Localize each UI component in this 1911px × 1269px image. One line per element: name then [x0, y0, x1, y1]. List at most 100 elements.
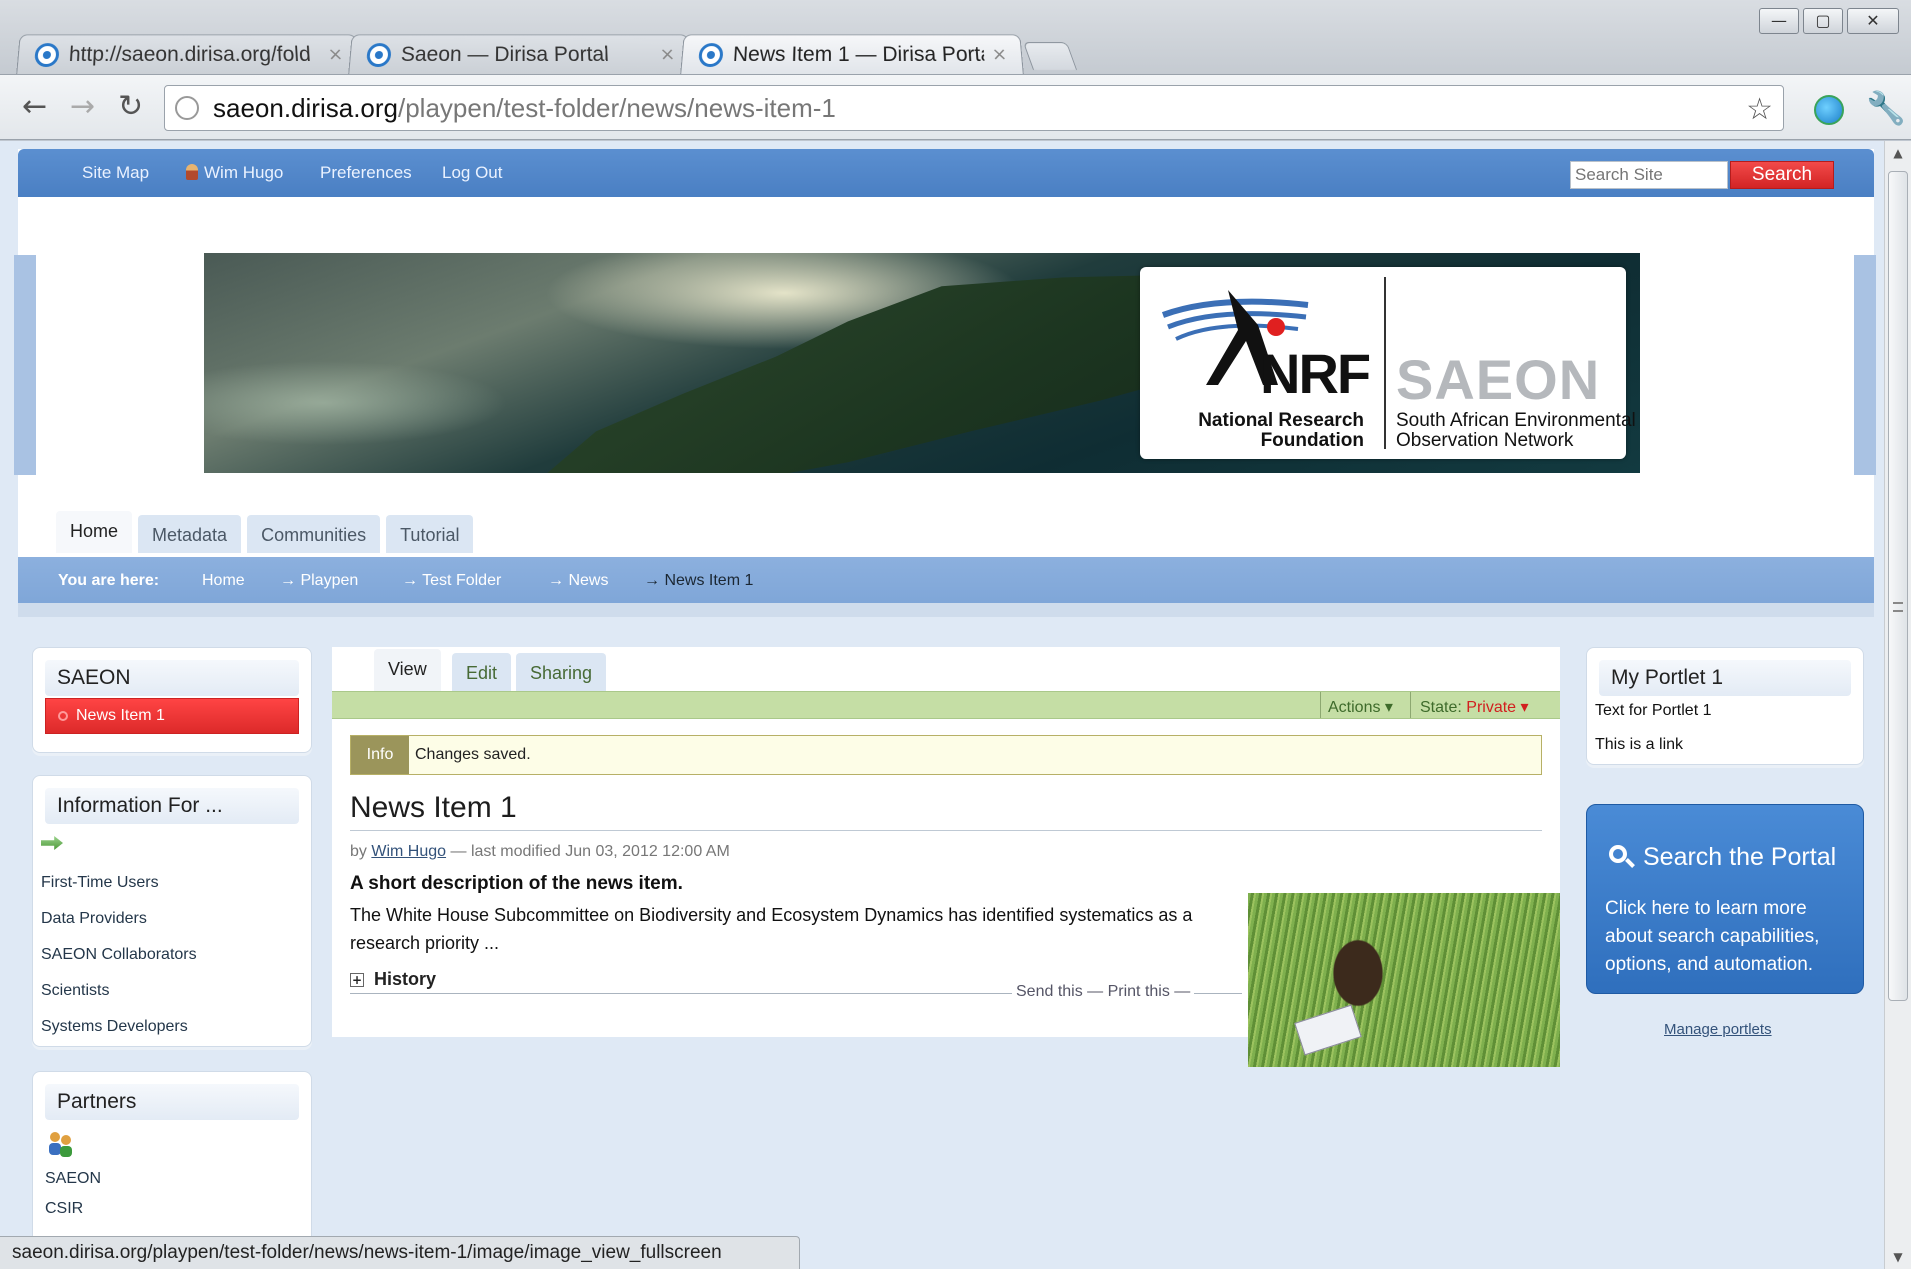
browser-tab-strip: http://saeon.dirisa.org/fold × Saeon — D… [16, 34, 1078, 75]
author-link[interactable]: Wim Hugo [371, 843, 446, 860]
reload-icon[interactable]: ↻ [118, 89, 143, 125]
browser-tab-title: Saeon — Dirisa Portal [400, 42, 610, 66]
byline-prefix: by [350, 843, 367, 860]
search-icon [1609, 845, 1627, 863]
main-content: View Edit Sharing Actions ▾ State: Priva… [332, 647, 1560, 1067]
vertical-scrollbar[interactable]: ▲ ▼ [1884, 141, 1911, 1269]
link-data-providers[interactable]: Data Providers [41, 910, 147, 928]
link-partner-saeon[interactable]: SAEON [45, 1170, 101, 1188]
tab-close-icon[interactable]: × [659, 44, 676, 65]
nrf-subtitle-line-2: Foundation [1260, 430, 1364, 451]
information-for-portlet: Information For ... First-Time Users Dat… [32, 775, 312, 1047]
nrf-subtitle: National Research Foundation [1198, 411, 1364, 451]
content-tab-view[interactable]: View [374, 649, 441, 691]
saeon-wordmark: SAEON [1396, 348, 1601, 411]
tab-close-icon[interactable]: × [327, 44, 344, 65]
info-label: Info [351, 736, 409, 774]
link-partner-csir[interactable]: CSIR [45, 1200, 83, 1218]
portal-tabs: Home Metadata Communities Tutorial [56, 511, 479, 553]
address-bar[interactable]: saeon.dirisa.org/playpen/test-folder/new… [164, 85, 1784, 131]
wrench-menu-icon[interactable]: 🔧 [1866, 89, 1906, 127]
preferences-link[interactable]: Preferences [320, 163, 412, 183]
maximize-button[interactable]: ▢ [1803, 8, 1843, 34]
extension-icon[interactable] [1814, 95, 1844, 125]
search-button[interactable]: Search [1730, 161, 1834, 189]
search-site-input[interactable] [1570, 161, 1728, 189]
arrow-right-icon [41, 836, 63, 850]
browser-toolbar: ← → ↻ saeon.dirisa.org/playpen/test-fold… [0, 74, 1911, 140]
plone-page: Site Map Wim Hugo Preferences Log Out Se… [14, 149, 1876, 1269]
link-systems-developers[interactable]: Systems Developers [41, 1018, 188, 1036]
link-scientists[interactable]: Scientists [41, 982, 109, 1000]
log-out-link[interactable]: Log Out [442, 163, 503, 183]
breadcrumb-home[interactable]: Home [202, 572, 245, 590]
news-image[interactable] [1248, 893, 1560, 1067]
modified-date: — last modified Jun 03, 2012 12:00 AM [450, 843, 730, 860]
scroll-thumb[interactable] [1888, 171, 1908, 1001]
plone-favicon-icon [33, 42, 60, 67]
portlet-text: Text for Portlet 1 [1595, 702, 1712, 719]
new-tab-button[interactable] [1022, 42, 1078, 70]
portlet-link[interactable]: This is a link [1595, 736, 1683, 754]
scroll-down-icon[interactable]: ▼ [1885, 1245, 1911, 1269]
url-host: saeon.dirisa.org [213, 92, 398, 123]
link-saeon-collaborators[interactable]: SAEON Collaborators [41, 946, 197, 964]
page-viewport: Site Map Wim Hugo Preferences Log Out Se… [0, 141, 1884, 1269]
state-menu[interactable]: State: Private ▾ [1420, 697, 1529, 717]
bar-separator [1410, 692, 1411, 718]
user-link[interactable]: Wim Hugo [186, 163, 283, 183]
saeon-subtitle: South African Environmental Observation … [1396, 411, 1636, 451]
breadcrumb: You are here: Home → Playpen → Test Fold… [18, 557, 1874, 603]
bookmark-star-icon[interactable]: ☆ [1746, 92, 1773, 127]
plone-favicon-icon [697, 42, 724, 67]
actions-menu[interactable]: Actions ▾ [1328, 697, 1393, 717]
browser-tab-2[interactable]: Saeon — Dirisa Portal × [348, 34, 692, 75]
portlet-header: Partners [45, 1084, 299, 1120]
status-message: Info Changes saved. [350, 735, 1542, 775]
nav-item-current[interactable]: News Item 1 [45, 698, 299, 734]
breadcrumb-test-folder[interactable]: → Test Folder [402, 572, 501, 590]
browser-tab-3-active[interactable]: News Item 1 — Dirisa Portal × [680, 34, 1024, 75]
banner-landscape [524, 273, 1244, 473]
search-portal-promo[interactable]: Search the Portal Click here to learn mo… [1586, 804, 1864, 994]
close-window-button[interactable]: ✕ [1847, 8, 1899, 34]
navigation-portlet: SAEON News Item 1 [32, 647, 312, 753]
scroll-up-icon[interactable]: ▲ [1885, 141, 1911, 165]
content-tab-edit[interactable]: Edit [452, 653, 512, 691]
browser-tab-1[interactable]: http://saeon.dirisa.org/fold × [16, 34, 360, 75]
banner-left-edge [14, 255, 36, 475]
breadcrumb-playpen[interactable]: → Playpen [280, 572, 358, 590]
document-actions[interactable]: Send this — Print this — [1012, 983, 1195, 1001]
site-map-link[interactable]: Site Map [82, 163, 149, 183]
portal-tab-tutorial[interactable]: Tutorial [386, 515, 474, 553]
breadcrumb-shadow [18, 603, 1874, 617]
breadcrumb-news[interactable]: → News [548, 572, 608, 590]
content-actions-bar: Actions ▾ State: Private ▾ [332, 691, 1560, 719]
nrf-saeon-logo: NRF National Research Foundation SAEON S… [1140, 267, 1636, 459]
tab-close-icon[interactable]: × [991, 44, 1008, 65]
portlet-header[interactable]: SAEON [45, 660, 299, 696]
promo-body: Click here to learn more about search ca… [1605, 898, 1820, 975]
state-value: Private ▾ [1466, 699, 1529, 716]
minimize-button[interactable]: — [1759, 8, 1799, 34]
link-first-time-users[interactable]: First-Time Users [41, 874, 159, 892]
portal-tab-communities[interactable]: Communities [247, 515, 381, 553]
header-banner[interactable]: NRF National Research Foundation SAEON S… [204, 253, 1640, 473]
page-info-icon[interactable] [175, 96, 199, 120]
back-arrow-icon[interactable]: ← [22, 89, 47, 125]
content-tab-sharing[interactable]: Sharing [516, 653, 607, 691]
breadcrumb-label: You are here: [58, 572, 160, 589]
logo-divider [1384, 277, 1386, 449]
manage-portlets-link[interactable]: Manage portlets [1664, 1021, 1772, 1038]
history-label: History [374, 969, 437, 989]
browser-tab-title: http://saeon.dirisa.org/fold [68, 42, 312, 66]
history-toggle[interactable]: + History [350, 969, 436, 990]
forward-arrow-icon[interactable]: → [70, 89, 95, 125]
user-icon [186, 164, 198, 180]
saeon-subtitle-line-1: South African Environmental [1396, 410, 1636, 431]
nrf-wordmark: NRF [1260, 342, 1371, 405]
promo-title: Search the Portal [1643, 843, 1837, 871]
portal-tab-metadata[interactable]: Metadata [138, 515, 242, 553]
site-actions-bar: Site Map Wim Hugo Preferences Log Out Se… [18, 149, 1874, 197]
portal-tab-home[interactable]: Home [56, 511, 133, 553]
